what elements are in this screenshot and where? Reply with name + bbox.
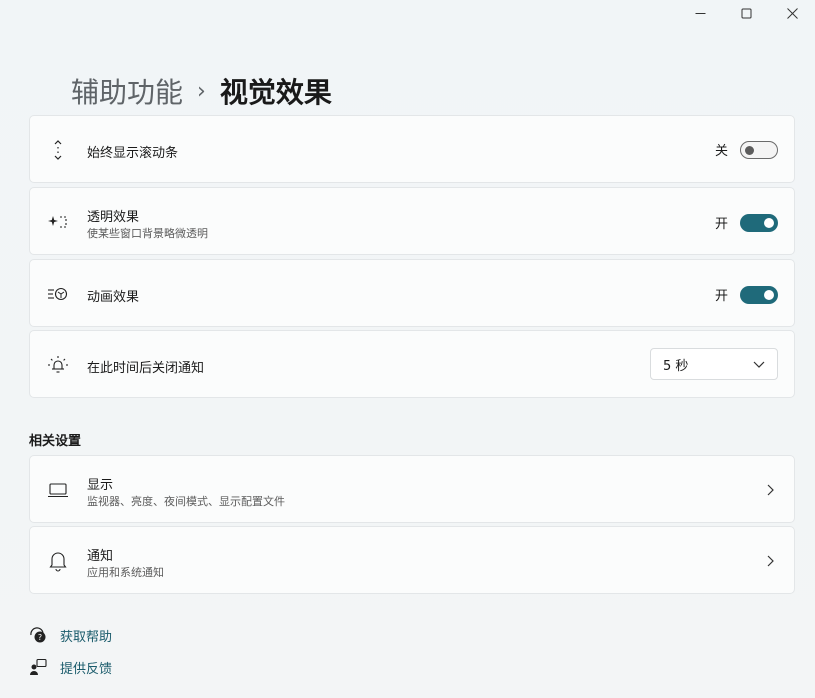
maximize-icon bbox=[741, 8, 751, 18]
setting-animation: 动画效果 开 bbox=[29, 259, 795, 327]
animation-toggle[interactable] bbox=[740, 285, 778, 304]
breadcrumb-parent[interactable]: 辅助功能 bbox=[71, 71, 183, 111]
maximize-button[interactable] bbox=[723, 0, 769, 26]
settings-window: 辅助功能 › 视觉效果 始终显示滚动条 关 透明效果 使某些窗口背景略微透明 开… bbox=[0, 0, 815, 698]
setting-label: 在此时间后关闭通知 bbox=[87, 361, 205, 376]
related-item-label: 显示 bbox=[87, 478, 114, 493]
page-title: 视觉效果 bbox=[219, 76, 332, 109]
breadcrumb: 辅助功能 › 视觉效果 bbox=[71, 70, 332, 112]
transparency-toggle-group: 开 bbox=[715, 213, 778, 232]
chevron-right-icon bbox=[767, 484, 774, 496]
animation-toggle-group: 开 bbox=[715, 285, 778, 304]
breadcrumb-separator: › bbox=[197, 78, 206, 104]
setting-always-show-scrollbars: 始终显示滚动条 关 bbox=[29, 115, 795, 183]
animation-icon bbox=[47, 283, 69, 305]
give-feedback-link[interactable]: 提供反馈 bbox=[28, 657, 112, 677]
svg-text:?: ? bbox=[38, 633, 42, 642]
scrollbar-toggle[interactable] bbox=[740, 140, 778, 159]
related-item-display[interactable]: 显示 监视器、亮度、夜间模式、显示配置文件 bbox=[29, 455, 795, 523]
setting-description: 使某些窗口背景略微透明 bbox=[87, 227, 208, 240]
toggle-knob bbox=[764, 217, 774, 228]
link-label: 提供反馈 bbox=[60, 661, 113, 677]
related-item-description: 监视器、亮度、夜间模式、显示配置文件 bbox=[87, 495, 285, 508]
display-icon bbox=[47, 479, 69, 501]
notification-timer-icon bbox=[47, 354, 69, 376]
toggle-state-text: 开 bbox=[714, 217, 728, 232]
transparency-toggle[interactable] bbox=[740, 213, 778, 232]
toggle-state-text: 开 bbox=[714, 289, 728, 304]
link-label: 获取帮助 bbox=[60, 629, 113, 645]
select-value: 5 秒 bbox=[663, 358, 689, 374]
close-button[interactable] bbox=[769, 0, 815, 26]
setting-transparency: 透明效果 使某些窗口背景略微透明 开 bbox=[29, 187, 795, 255]
bell-icon bbox=[47, 550, 69, 572]
related-item-notifications[interactable]: 通知 应用和系统通知 bbox=[29, 526, 795, 594]
minimize-button[interactable] bbox=[677, 0, 723, 26]
chevron-right-icon bbox=[767, 555, 774, 567]
close-icon bbox=[786, 7, 798, 19]
scrollbar-toggle-group: 关 bbox=[715, 140, 778, 159]
setting-label: 始终显示滚动条 bbox=[87, 146, 179, 161]
toggle-knob bbox=[764, 289, 774, 300]
minimize-icon bbox=[695, 12, 705, 14]
transparency-icon bbox=[47, 211, 69, 233]
feedback-icon bbox=[28, 657, 48, 677]
scrollbar-icon bbox=[47, 139, 69, 161]
notification-timeout-select[interactable]: 5 秒 bbox=[650, 348, 778, 380]
related-settings-title: 相关设置 bbox=[29, 434, 82, 449]
setting-label: 透明效果 bbox=[87, 210, 140, 225]
caption-bar bbox=[677, 0, 815, 26]
setting-label: 动画效果 bbox=[87, 290, 140, 305]
setting-notification-timeout: 在此时间后关闭通知 5 秒 bbox=[29, 330, 795, 398]
get-help-link[interactable]: ? 获取帮助 bbox=[28, 625, 112, 645]
toggle-knob bbox=[745, 145, 754, 155]
toggle-state-text: 关 bbox=[714, 144, 728, 159]
related-item-label: 通知 bbox=[87, 549, 114, 564]
help-icon: ? bbox=[28, 625, 48, 645]
related-item-description: 应用和系统通知 bbox=[87, 566, 164, 579]
chevron-down-icon bbox=[753, 361, 765, 368]
